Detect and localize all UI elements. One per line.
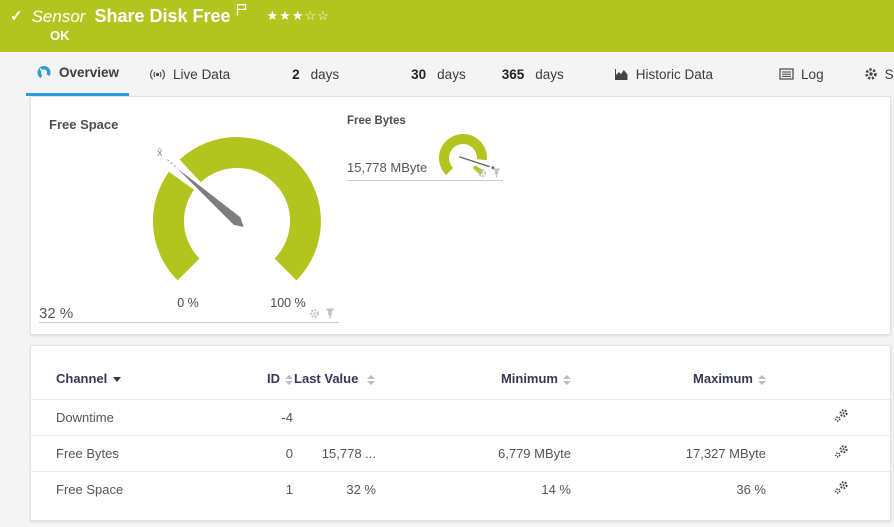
free-space-value: 32 % (39, 305, 73, 322)
channel-minimum: 6,779 MByte (376, 436, 571, 472)
tab-2-days[interactable]: 2 days (282, 52, 349, 96)
tab-30-days[interactable]: 30 days (401, 52, 476, 96)
tab-log[interactable]: Log (769, 52, 834, 96)
channel-id: 1 (236, 472, 293, 508)
channel-settings-gears-icon[interactable] (834, 444, 849, 459)
log-icon (779, 68, 794, 80)
object-type-label: Sensor (32, 7, 86, 27)
free-bytes-gauge-tile: Free Bytes 15,778 MByte (347, 113, 503, 181)
channel-id: -4 (236, 400, 293, 436)
table-header-row: Channel ID Last Value Minimum Maximum (31, 372, 891, 400)
table-row[interactable]: Free Bytes 0 15,778 ... 6,779 MByte 17,3… (31, 436, 891, 472)
priority-flag-icon[interactable] (236, 3, 247, 21)
tab-label: Historic Data (636, 67, 713, 82)
tab-label: Log (801, 67, 824, 82)
tab-365-days[interactable]: 365 days (492, 52, 574, 96)
average-marker: x̄ (157, 147, 163, 159)
tab-label: days (535, 67, 564, 82)
tab-bar: Overview Live Data 2 days 30 days 365 da… (0, 52, 894, 96)
overview-gauges-panel: Free Space x̄ 0 % 100 % 32 % Free Bytes (30, 96, 891, 335)
channel-settings-gears-icon[interactable] (834, 480, 849, 495)
channel-name[interactable]: Downtime (31, 400, 236, 436)
stars-empty-icon[interactable]: ☆☆ (305, 8, 330, 23)
channel-maximum (571, 400, 766, 436)
column-header-channel[interactable]: Channel (31, 372, 236, 400)
pin-icon[interactable] (325, 308, 335, 319)
free-bytes-value: 15,778 MByte (347, 160, 427, 175)
tab-label: Live Data (173, 67, 230, 82)
tab-overview[interactable]: Overview (26, 52, 129, 96)
sort-icon (758, 375, 766, 385)
table-row[interactable]: Downtime -4 (31, 400, 891, 436)
live-data-icon (149, 68, 166, 81)
gauge-settings-gear-icon[interactable] (477, 168, 487, 178)
status-ok-check-icon: ✓ (10, 7, 23, 25)
channels-table-panel: Channel ID Last Value Minimum Maximum Do… (30, 345, 891, 521)
pin-icon[interactable] (492, 168, 501, 178)
tab-number: 365 (502, 67, 525, 82)
tab-settings[interactable]: Settings (854, 52, 894, 96)
column-header-id[interactable]: ID (236, 372, 293, 400)
sort-desc-icon (113, 377, 121, 382)
channel-last-value: 32 % (293, 472, 376, 508)
gauge-min-label: 0 % (168, 296, 208, 310)
channels-table: Channel ID Last Value Minimum Maximum Do… (31, 372, 891, 507)
gear-icon (864, 67, 878, 81)
table-row[interactable]: Free Space 1 32 % 14 % 36 % (31, 472, 891, 508)
tab-label: days (437, 67, 466, 82)
sensor-title-bar: ✓ Sensor Share Disk Free ★★★☆☆ OK (0, 0, 894, 52)
tab-label: days (311, 67, 340, 82)
tab-label: Overview (59, 65, 119, 80)
channel-minimum (376, 400, 571, 436)
column-header-maximum[interactable]: Maximum (571, 372, 766, 400)
gauge-settings-gear-icon[interactable] (309, 308, 320, 319)
sensor-name: Share Disk Free (94, 6, 230, 27)
channel-settings-gears-icon[interactable] (834, 408, 849, 423)
tab-label: Settings (885, 67, 894, 82)
channel-minimum: 14 % (376, 472, 571, 508)
tab-number: 2 (292, 67, 300, 82)
tab-live-data[interactable]: Live Data (139, 52, 240, 96)
stars-filled-icon[interactable]: ★★★ (267, 8, 305, 23)
sort-icon (367, 375, 375, 385)
channel-last-value: 15,778 ... (293, 436, 376, 472)
channel-name[interactable]: Free Bytes (31, 436, 236, 472)
channel-name[interactable]: Free Space (31, 472, 236, 508)
channel-maximum: 36 % (571, 472, 766, 508)
channel-id: 0 (236, 436, 293, 472)
sensor-status-text: OK (50, 28, 70, 43)
area-chart-icon (614, 68, 629, 81)
free-space-gauge: x̄ (39, 113, 339, 323)
free-space-gauge-tile: Free Space x̄ 0 % 100 % 32 % (39, 113, 339, 323)
column-header-last-value[interactable]: Last Value (293, 372, 376, 400)
gauge-max-label: 100 % (266, 296, 310, 310)
channel-last-value (293, 400, 376, 436)
sort-icon (563, 375, 571, 385)
tab-historic-data[interactable]: Historic Data (604, 52, 723, 96)
tab-number: 30 (411, 67, 426, 82)
priority-stars[interactable]: ★★★☆☆ (267, 8, 330, 24)
column-header-minimum[interactable]: Minimum (376, 372, 571, 400)
channel-maximum: 17,327 MByte (571, 436, 766, 472)
sort-icon (285, 375, 293, 385)
gauge-icon (36, 65, 52, 80)
